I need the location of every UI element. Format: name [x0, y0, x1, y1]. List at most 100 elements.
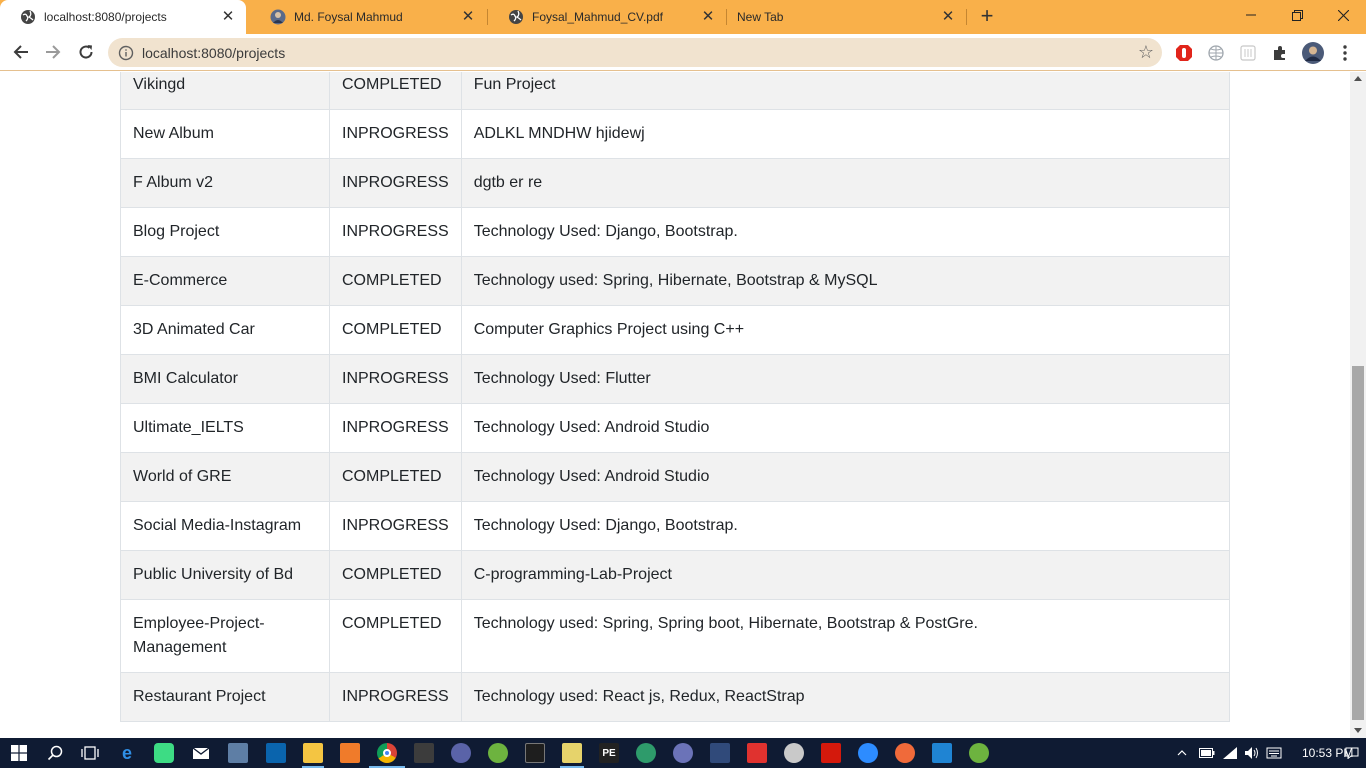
project-name-cell: E-Commerce	[120, 256, 330, 306]
project-status-cell: INPROGRESS	[329, 354, 462, 404]
globe-icon	[509, 10, 523, 24]
project-name-cell: Social Media-Instagram	[120, 501, 330, 551]
anydesk-icon[interactable]	[747, 743, 767, 763]
calculator-icon[interactable]	[414, 743, 434, 763]
scroll-down-arrow-icon[interactable]	[1354, 728, 1362, 733]
adobe-reader-icon[interactable]	[821, 743, 841, 763]
forward-arrow-icon	[46, 45, 61, 59]
android-studio-icon[interactable]	[154, 743, 174, 763]
profile-avatar-icon	[270, 9, 286, 25]
search-icon[interactable]	[45, 743, 65, 763]
photos-icon[interactable]	[228, 743, 248, 763]
spring-tool-suite-icon[interactable]	[969, 743, 989, 763]
reload-button[interactable]	[73, 39, 99, 65]
table-row: Restaurant Project INPROGRESS Technology u…	[120, 672, 1231, 722]
back-button[interactable]	[8, 39, 34, 65]
translate-extension-icon[interactable]	[1206, 43, 1226, 63]
network-app-icon[interactable]	[710, 743, 730, 763]
site-info-icon[interactable]	[118, 45, 134, 61]
scrollbar-thumb[interactable]	[1352, 366, 1364, 720]
table-row: BMI Calculator INPROGRESS Technology Used:…	[120, 354, 1231, 404]
address-url: localhost:8080/projects	[142, 45, 286, 61]
tab-projects[interactable]: localhost:8080/projects ✕	[0, 0, 246, 34]
profile-avatar-icon[interactable]	[1301, 41, 1325, 65]
mail-icon[interactable]	[191, 743, 211, 763]
tab-title: localhost:8080/projects	[44, 10, 167, 24]
table-row: Blog Project INPROGRESS Technology Used: D…	[120, 207, 1231, 257]
project-name-cell: New Album	[120, 109, 330, 159]
app-icon[interactable]	[784, 743, 804, 763]
restore-button[interactable]	[1274, 0, 1320, 30]
app-icon[interactable]	[673, 743, 693, 763]
table-row: F Album v2 INPROGRESS dgtb er re	[120, 158, 1231, 208]
spring-tool-suite-icon[interactable]	[488, 743, 508, 763]
project-description-cell: Computer Graphics Project using C++	[460, 305, 1231, 355]
outlook-icon[interactable]	[266, 743, 286, 763]
project-description-cell: Technology used: Spring, Spring boot, Hi…	[460, 599, 1231, 673]
project-status-cell: COMPLETED	[329, 550, 462, 600]
keyboard-icon[interactable]	[1266, 745, 1282, 761]
task-view-icon[interactable]	[80, 743, 100, 763]
terminal-icon[interactable]	[525, 743, 545, 763]
bookmark-star-icon[interactable]: ☆	[1138, 42, 1154, 63]
restore-icon	[1291, 9, 1303, 21]
grid-extension-icon[interactable]	[1238, 43, 1258, 63]
table-row: 3D Animated Car COMPLETED Computer Graphic…	[120, 305, 1231, 355]
tab-profile[interactable]: Md. Foysal Mahmud ✕	[250, 0, 486, 34]
file-explorer-icon[interactable]	[303, 743, 323, 763]
globe-icon	[21, 10, 35, 24]
forward-button[interactable]	[40, 39, 66, 65]
table-row: Vikingd COMPLETED Fun Project	[120, 72, 1231, 110]
new-tab-button[interactable]: +	[976, 5, 998, 27]
volume-icon[interactable]	[1244, 745, 1260, 761]
project-description-cell: dgtb er re	[460, 158, 1231, 208]
close-tab-icon[interactable]: ✕	[460, 9, 476, 25]
project-name-cell: BMI Calculator	[120, 354, 330, 404]
project-description-cell: Technology used: Spring, Hibernate, Boot…	[460, 256, 1231, 306]
notepad-icon[interactable]	[562, 743, 582, 763]
close-window-button[interactable]	[1320, 0, 1366, 30]
browser-toolbar: localhost:8080/projects ☆	[0, 34, 1366, 71]
browser-menu-kebab-icon[interactable]	[1335, 43, 1355, 63]
edge-browser-icon[interactable]: e	[117, 743, 137, 763]
wifi-icon[interactable]	[1222, 745, 1238, 761]
tab-title: New Tab	[737, 10, 784, 24]
project-name-cell: 3D Animated Car	[120, 305, 330, 355]
table-row: Employee-Project-Management COMPLETED Tech…	[120, 599, 1231, 673]
tab-new-tab[interactable]: New Tab ✕	[728, 0, 966, 34]
page-viewport: Vikingd COMPLETED Fun Project New Album INP…	[0, 72, 1350, 738]
project-status-cell: INPROGRESS	[329, 501, 462, 551]
pe-app-icon[interactable]: PE	[599, 743, 619, 763]
chrome-icon[interactable]	[377, 743, 397, 763]
project-status-cell: COMPLETED	[329, 599, 462, 673]
vscode-icon[interactable]	[932, 743, 952, 763]
address-bar[interactable]: localhost:8080/projects ☆	[108, 38, 1162, 67]
app-icon[interactable]	[895, 743, 915, 763]
close-tab-icon[interactable]: ✕	[220, 9, 236, 25]
extensions-puzzle-icon[interactable]	[1270, 43, 1290, 63]
page-scrollbar[interactable]	[1350, 72, 1366, 738]
show-hidden-icons-chevron-icon[interactable]	[1174, 745, 1190, 761]
windows-start-icon[interactable]	[9, 743, 29, 763]
close-tab-icon[interactable]: ✕	[940, 9, 956, 25]
close-tab-icon[interactable]: ✕	[700, 9, 716, 25]
notification-center-icon[interactable]	[1344, 745, 1360, 761]
table-row: New Album INPROGRESS ADLKL MNDHW hjidewj	[120, 109, 1231, 159]
chromium-app-icon[interactable]	[636, 743, 656, 763]
project-status-cell: COMPLETED	[329, 72, 462, 110]
project-status-cell: INPROGRESS	[329, 109, 462, 159]
close-icon	[1337, 9, 1349, 21]
tab-cv-pdf[interactable]: Foysal_Mahmud_CV.pdf ✕	[488, 0, 726, 34]
project-description-cell: C-programming-Lab-Project	[460, 550, 1231, 600]
project-description-cell: Technology Used: Django, Bootstrap.	[460, 207, 1231, 257]
jumbled-app-icon[interactable]	[340, 743, 360, 763]
project-status-cell: INPROGRESS	[329, 403, 462, 453]
scroll-up-arrow-icon[interactable]	[1354, 76, 1362, 81]
opera-adblock-extension-icon[interactable]	[1174, 43, 1194, 63]
zoom-icon[interactable]	[858, 743, 878, 763]
project-description-cell: Technology Used: Android Studio	[460, 403, 1231, 453]
battery-icon[interactable]	[1199, 745, 1215, 761]
table-row: Ultimate_IELTS INPROGRESS Technology Used:…	[120, 403, 1231, 453]
minimize-button[interactable]	[1228, 0, 1274, 30]
app-icon[interactable]	[451, 743, 471, 763]
